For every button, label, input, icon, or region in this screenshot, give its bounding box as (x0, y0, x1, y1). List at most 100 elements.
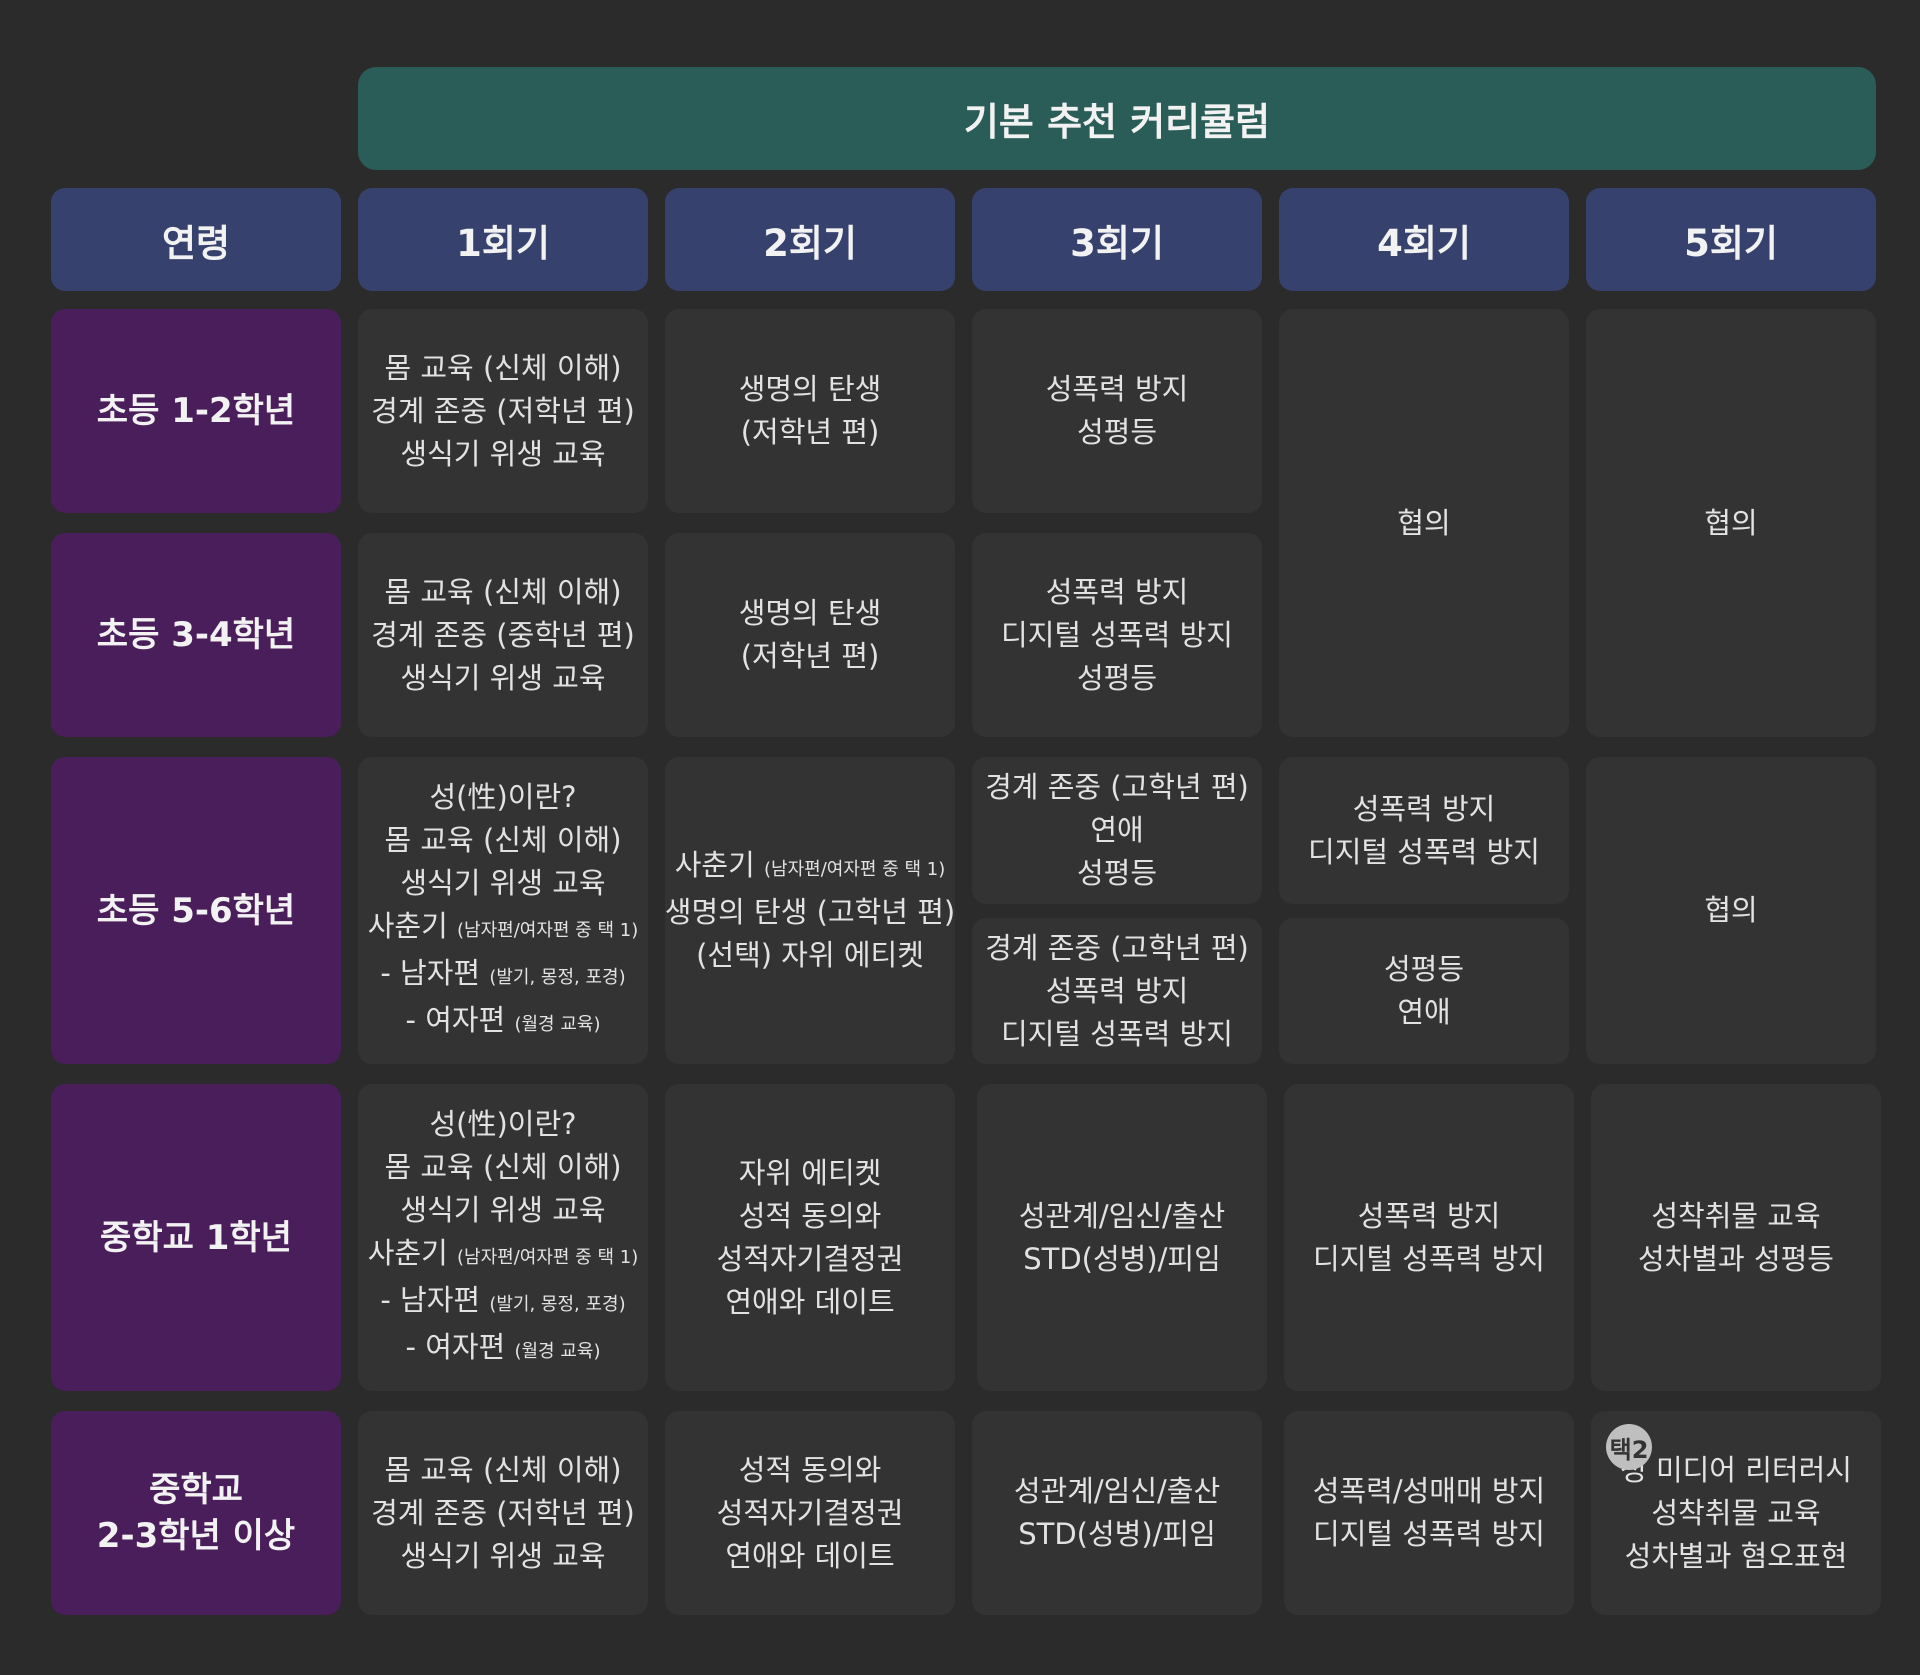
cell-line: (저학년 편) (740, 639, 880, 673)
male-label: - 남자편 (380, 1282, 481, 1317)
cell-e12-session-3: 성폭력 방지 성평등 (972, 309, 1262, 513)
cell-line: 성폭력 방지 (1357, 1198, 1501, 1233)
cell-line: 성(性)이란? (429, 779, 577, 814)
puberty-label: 사춘기 (367, 908, 448, 943)
cell-line: 성관계/임신/출산 (1013, 1474, 1221, 1508)
header-session-3: 3회기 (972, 188, 1262, 291)
cell-line: 성평등 (1076, 856, 1158, 890)
cell-m23-session-4: 성폭력/성매매 방지 디지털 성폭력 방지 (1284, 1411, 1574, 1615)
age-elementary-5-6: 초등 5-6학년 (51, 757, 341, 1064)
cell-e1234-session-5: 협의 (1586, 309, 1876, 737)
cell-line: 성 미디어 리터러시 (1620, 1452, 1852, 1487)
cell-e56-session-4a: 성폭력 방지 디지털 성폭력 방지 (1279, 757, 1569, 904)
cell-line: 성평등 (1076, 660, 1158, 695)
age-elementary-1-2: 초등 1-2학년 (51, 309, 341, 513)
cell-line: (선택) 자위 에티켓 (696, 938, 924, 972)
cell-line: 생명의 탄생 (738, 596, 882, 630)
cell-line: 성폭력 방지 (1045, 574, 1189, 609)
cell-line: 성착취물 교육 (1651, 1495, 1821, 1530)
cell-line: 사춘기 (남자편/여자편 중 택 1) (368, 905, 638, 952)
cell-line: (저학년 편) (740, 415, 880, 449)
cell-line: 몸 교육 (신체 이해) (384, 1452, 622, 1487)
cell-e56-session-3a: 경계 존중 (고학년 편) 연애 성평등 (972, 757, 1262, 904)
cell-e34-session-2: 생명의 탄생 (저학년 편) (665, 533, 955, 737)
cell-e56-session-2: 사춘기 (남자편/여자편 중 택 1) 생명의 탄생 (고학년 편) (선택) … (665, 757, 955, 1064)
cell-line: 경계 존중 (저학년 편) (371, 1495, 635, 1530)
female-label: - 여자편 (405, 1002, 506, 1037)
puberty-label: 사춘기 (674, 848, 755, 882)
female-note: (월경 교육) (514, 1340, 601, 1362)
cell-line: 성차별과 성평등 (1638, 1241, 1834, 1276)
cell-line: 성폭력 방지 (1352, 791, 1496, 826)
cell-line: 생식기 위생 교육 (400, 865, 606, 900)
age-elementary-3-4: 초등 3-4학년 (51, 533, 341, 737)
cell-line: 사춘기 (남자편/여자편 중 택 1) (368, 1232, 638, 1279)
cell-line: - 남자편 (발기, 몽정, 포경) (380, 1279, 625, 1326)
male-note: (발기, 몽정, 포경) (489, 966, 626, 988)
cell-line: 디지털 성폭력 방지 (1308, 834, 1540, 869)
cell-line: 디지털 성폭력 방지 (1313, 1517, 1545, 1551)
cell-line: 연애와 데이트 (725, 1284, 895, 1319)
female-label: - 여자편 (405, 1329, 506, 1364)
cell-line: 성적자기결정권 (716, 1241, 904, 1276)
cell-e34-session-3: 성폭력 방지 디지털 성폭력 방지 성평등 (972, 533, 1262, 737)
banner-title: 기본 추천 커리큘럼 (963, 100, 1271, 144)
cell-line: STD(성병)/피임 (1023, 1241, 1221, 1276)
cell-line: 협의 (1704, 505, 1758, 540)
cell-line: 경계 존중 (저학년 편) (371, 393, 635, 428)
header-age: 연령 (51, 188, 341, 291)
header-session-3-label: 3회기 (1070, 221, 1164, 265)
header-session-2: 2회기 (665, 188, 955, 291)
cell-line: 몸 교육 (신체 이해) (384, 350, 622, 385)
age-label-line-1: 중학교 (149, 1470, 243, 1510)
cell-line: 성(性)이란? (429, 1106, 577, 1141)
puberty-label: 사춘기 (367, 1235, 448, 1270)
cell-line: 생식기 위생 교육 (400, 1538, 606, 1573)
age-label: 중학교 1학년 (100, 1217, 292, 1258)
cell-m1-session-3: 성관계/임신/출산 STD(성병)/피임 (977, 1084, 1267, 1391)
cell-line: - 여자편 (월경 교육) (406, 999, 601, 1046)
badge-label: 택2 (1609, 1435, 1649, 1464)
cell-line: 생명의 탄생 (738, 372, 882, 406)
cell-line: 생식기 위생 교육 (400, 1192, 606, 1227)
cell-m1-session-1: 성(性)이란? 몸 교육 (신체 이해) 생식기 위생 교육 사춘기 (남자편/… (358, 1084, 648, 1391)
cell-line: 자위 에티켓 (738, 1155, 882, 1190)
cell-e56-session-3b: 경계 존중 (고학년 편) 성폭력 방지 디지털 성폭력 방지 (972, 918, 1262, 1064)
cell-line: 경계 존중 (중학년 편) (371, 617, 635, 652)
header-session-5-label: 5회기 (1684, 221, 1778, 265)
cell-line: 몸 교육 (신체 이해) (384, 1149, 622, 1184)
cell-e12-session-1: 몸 교육 (신체 이해) 경계 존중 (저학년 편) 생식기 위생 교육 (358, 309, 648, 513)
age-middle-2-3: 중학교 2-3학년 이상 (51, 1411, 341, 1615)
cell-m23-session-2: 성적 동의와 성적자기결정권 연애와 데이트 (665, 1411, 955, 1615)
curriculum-banner: 기본 추천 커리큘럼 (358, 67, 1876, 170)
cell-m1-session-5: 성착취물 교육 성차별과 성평등 (1591, 1084, 1881, 1391)
cell-line: 성적 동의와 (738, 1452, 882, 1487)
cell-e12-session-2: 생명의 탄생 (저학년 편) (665, 309, 955, 513)
header-session-2-label: 2회기 (763, 221, 857, 265)
cell-line: 연애 (1397, 995, 1451, 1029)
choose-two-badge: 택2 (1606, 1424, 1652, 1470)
puberty-note: (남자편/여자편 중 택 1) (457, 919, 639, 941)
header-session-4: 4회기 (1279, 188, 1569, 291)
puberty-note: (남자편/여자편 중 택 1) (457, 1246, 639, 1268)
age-label: 초등 5-6학년 (96, 890, 296, 931)
cell-line: 연애 (1090, 813, 1144, 847)
cell-m1-session-4: 성폭력 방지 디지털 성폭력 방지 (1284, 1084, 1574, 1391)
cell-line: 생식기 위생 교육 (400, 436, 606, 471)
cell-e56-session-5: 협의 (1586, 757, 1876, 1064)
cell-line: STD(성병)/피임 (1018, 1517, 1216, 1551)
cell-line: 경계 존중 (고학년 편) (985, 770, 1249, 804)
cell-line: 생명의 탄생 (고학년 편) (664, 895, 956, 929)
cell-e1234-session-4: 협의 (1279, 309, 1569, 737)
cell-e56-session-1: 성(性)이란? 몸 교육 (신체 이해) 생식기 위생 교육 사춘기 (남자편/… (358, 757, 648, 1064)
cell-line: 협의 (1397, 505, 1451, 540)
cell-line: 성적 동의와 (738, 1198, 882, 1233)
cell-line: 성폭력 방지 (1045, 973, 1189, 1008)
male-note: (발기, 몽정, 포경) (489, 1293, 626, 1315)
age-label: 초등 3-4학년 (96, 615, 296, 655)
cell-line: 성폭력 방지 (1045, 372, 1189, 406)
header-session-1: 1회기 (358, 188, 648, 291)
cell-line: 연애와 데이트 (725, 1538, 895, 1573)
cell-line: 성착취물 교육 (1651, 1198, 1821, 1233)
cell-line: 성폭력/성매매 방지 (1312, 1474, 1546, 1508)
